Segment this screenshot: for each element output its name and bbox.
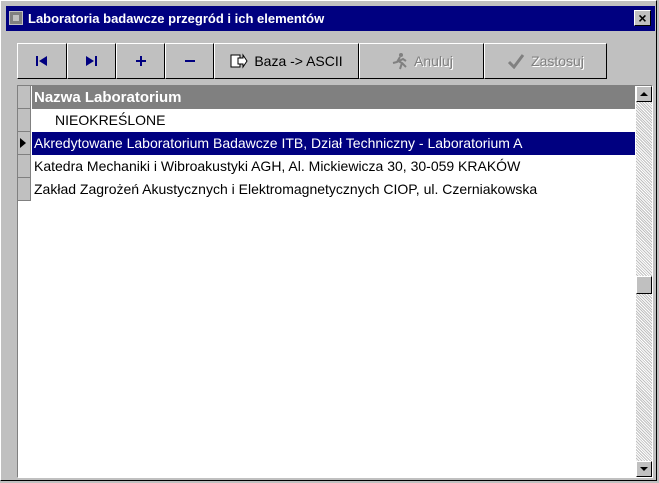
window-title: Laboratoria badawcze przegród i ich elem… xyxy=(28,11,325,26)
scroll-down-button[interactable] xyxy=(636,461,652,477)
row-indicator[interactable] xyxy=(18,178,31,201)
header-indicator xyxy=(18,86,31,109)
app-icon xyxy=(9,11,23,25)
running-man-icon xyxy=(392,53,407,70)
close-button[interactable]: × xyxy=(634,10,651,26)
row-indicator-current[interactable] xyxy=(18,132,31,155)
last-record-icon xyxy=(85,56,97,66)
table-cell[interactable]: Akredytowane Laboratorium Badawcze ITB, … xyxy=(32,132,635,155)
row-indicator[interactable] xyxy=(18,109,31,132)
row-indicator[interactable] xyxy=(18,155,31,178)
vertical-scrollbar[interactable] xyxy=(636,86,652,477)
export-icon xyxy=(230,53,248,69)
table-cell[interactable]: Zakład Zagrożeń Akustycznych i Elektroma… xyxy=(32,178,635,201)
add-record-button[interactable] xyxy=(116,43,165,79)
table-cell[interactable]: Katedra Mechaniki i Wibroakustyki AGH, A… xyxy=(32,155,635,178)
table-cell[interactable]: NIEOKREŚLONE xyxy=(32,109,635,132)
title-bar[interactable]: Laboratoria badawcze przegród i ich elem… xyxy=(6,6,655,31)
apply-button[interactable]: Zastosuj xyxy=(484,43,607,79)
cancel-label: Anuluj xyxy=(414,53,453,69)
toolbar: Baza -> ASCII Anuluj Zastosuj xyxy=(17,43,607,79)
table-row[interactable]: Katedra Mechaniki i Wibroakustyki AGH, A… xyxy=(18,155,635,178)
column-header-row: Nazwa Laboratorium xyxy=(18,86,635,110)
last-record-button[interactable] xyxy=(67,43,116,79)
cancel-button[interactable]: Anuluj xyxy=(359,43,484,79)
table-row[interactable]: Zakład Zagrożeń Akustycznych i Elektroma… xyxy=(18,178,635,201)
scroll-up-button[interactable] xyxy=(636,86,652,102)
table-row[interactable]: NIEOKREŚLONE xyxy=(18,109,635,132)
delete-record-button[interactable] xyxy=(165,43,214,79)
column-header-name[interactable]: Nazwa Laboratorium xyxy=(32,86,635,110)
apply-label: Zastosuj xyxy=(531,53,584,69)
minus-icon xyxy=(184,60,195,62)
main-window: Laboratoria badawcze przegród i ich elem… xyxy=(0,0,657,481)
laboratory-grid[interactable]: Nazwa Laboratorium NIEOKREŚLONE Akredyto… xyxy=(17,85,653,478)
first-record-button[interactable] xyxy=(17,43,67,79)
scroll-thumb[interactable] xyxy=(636,276,652,294)
first-record-icon xyxy=(36,56,47,66)
checkmark-icon xyxy=(507,54,525,69)
grid-body: Nazwa Laboratorium NIEOKREŚLONE Akredyto… xyxy=(18,86,635,477)
table-row[interactable]: Akredytowane Laboratorium Badawcze ITB, … xyxy=(18,132,635,155)
export-ascii-label: Baza -> ASCII xyxy=(254,53,343,69)
export-ascii-button[interactable]: Baza -> ASCII xyxy=(214,43,359,79)
plus-icon xyxy=(135,56,146,66)
